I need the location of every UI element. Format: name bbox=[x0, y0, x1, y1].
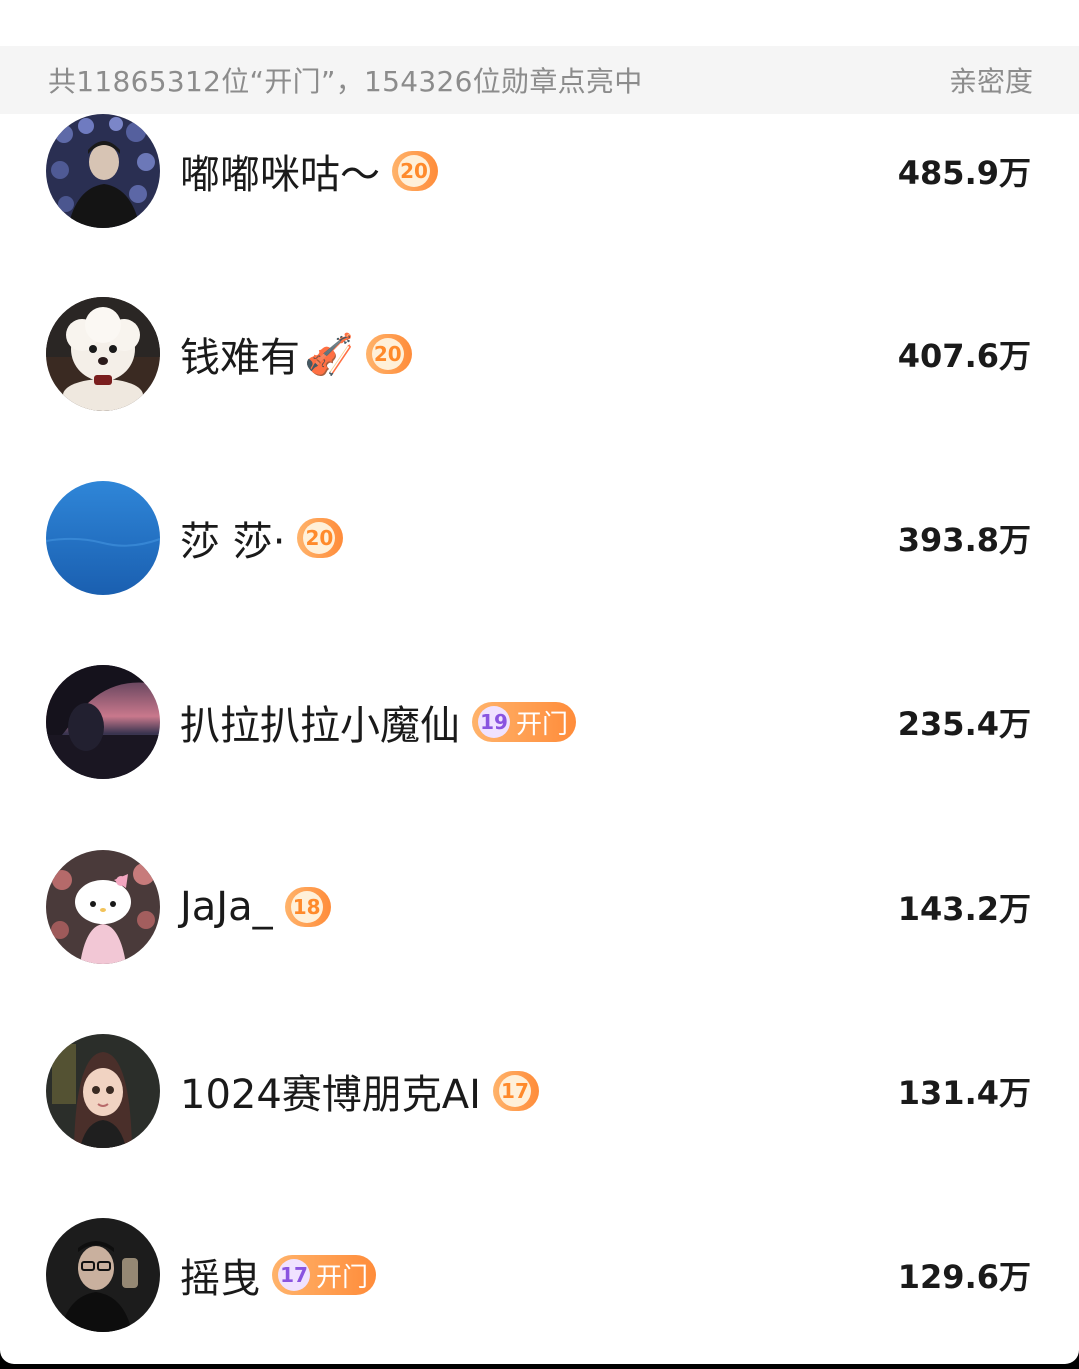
user-name[interactable]: 1024赛博朋克AI bbox=[180, 1062, 481, 1120]
heart-level-icon: 17 bbox=[498, 1075, 531, 1107]
user-name[interactable]: 摇曳 bbox=[180, 1246, 260, 1304]
intimacy-value: 407.6万 bbox=[897, 337, 1031, 375]
fan-level-badge: 18 bbox=[284, 887, 331, 927]
heart-level-icon: 18 bbox=[290, 891, 323, 923]
violin-icon: 🎻 bbox=[304, 331, 354, 378]
intimacy-value: 143.2万 bbox=[897, 890, 1031, 928]
heart-level-icon: 20 bbox=[398, 155, 430, 187]
list-item[interactable]: JaJa_ 18 143.2万 bbox=[0, 850, 1079, 966]
user-name[interactable]: 莎 莎· bbox=[180, 509, 285, 567]
intimacy-value: 393.8万 bbox=[897, 521, 1031, 559]
badge-label: 开门 bbox=[316, 1262, 369, 1293]
list-item[interactable]: 莎 莎· 20 393.8万 bbox=[0, 481, 1079, 597]
fan-ranking-panel: 共11865312位“开门”，154326位勋章点亮中 亲密度 嘟嘟咪咕～ 20… bbox=[0, 0, 1079, 1364]
list-item[interactable]: 1024赛博朋克AI 17 131.4万 bbox=[0, 1034, 1079, 1150]
intimacy-value: 131.4万 bbox=[897, 1074, 1031, 1112]
fan-level-badge: 20 bbox=[392, 151, 438, 191]
name-area: JaJa_ 18 bbox=[180, 850, 331, 964]
list-item[interactable]: 摇曳 17 开门 129.6万 bbox=[0, 1218, 1079, 1334]
fan-club-badge: 17 开门 bbox=[272, 1255, 377, 1295]
avatar[interactable] bbox=[46, 665, 160, 779]
name-area: 扒拉扒拉小魔仙 19 开门 bbox=[180, 665, 577, 779]
name-area: 摇曳 17 开门 bbox=[180, 1218, 377, 1332]
fan-level-badge: 20 bbox=[365, 334, 412, 374]
avatar[interactable] bbox=[46, 114, 160, 228]
avatar[interactable] bbox=[46, 481, 160, 595]
user-name[interactable]: 嘟嘟咪咕～ bbox=[180, 142, 380, 200]
heart-level-icon: 20 bbox=[371, 338, 404, 370]
fan-level-badge: 20 bbox=[297, 518, 344, 558]
avatar[interactable] bbox=[46, 297, 160, 411]
fan-count-summary: 共11865312位“开门”，154326位勋章点亮中 bbox=[48, 65, 643, 98]
heart-level-icon: 17 bbox=[278, 1259, 310, 1291]
list-item[interactable]: 扒拉扒拉小魔仙 19 开门 235.4万 bbox=[0, 665, 1079, 781]
user-name[interactable]: 钱难有 bbox=[180, 325, 300, 383]
name-area: 嘟嘟咪咕～ 20 bbox=[180, 114, 438, 228]
user-name[interactable]: JaJa_ bbox=[180, 884, 273, 930]
intimacy-value: 129.6万 bbox=[897, 1258, 1031, 1296]
avatar[interactable] bbox=[46, 1218, 160, 1332]
list-item[interactable]: 嘟嘟咪咕～ 20 485.9万 bbox=[0, 114, 1079, 230]
intimacy-value: 485.9万 bbox=[897, 154, 1031, 192]
name-area: 1024赛博朋克AI 17 bbox=[180, 1034, 539, 1148]
heart-level-icon: 19 bbox=[478, 706, 510, 738]
fan-club-badge: 19 开门 bbox=[472, 702, 577, 742]
avatar[interactable] bbox=[46, 850, 160, 964]
intimacy-column-label: 亲密度 bbox=[948, 65, 1033, 98]
avatar[interactable] bbox=[46, 1034, 160, 1148]
ranking-header: 共11865312位“开门”，154326位勋章点亮中 亲密度 bbox=[0, 46, 1079, 114]
badge-label: 开门 bbox=[516, 709, 569, 740]
user-name[interactable]: 扒拉扒拉小魔仙 bbox=[180, 693, 460, 751]
heart-level-icon: 20 bbox=[303, 522, 336, 554]
name-area: 钱难有 🎻 20 bbox=[180, 297, 412, 411]
fan-level-badge: 17 bbox=[492, 1071, 539, 1111]
intimacy-value: 235.4万 bbox=[897, 705, 1031, 743]
list-item[interactable]: 钱难有 🎻 20 407.6万 bbox=[0, 297, 1079, 413]
name-area: 莎 莎· 20 bbox=[180, 481, 344, 595]
